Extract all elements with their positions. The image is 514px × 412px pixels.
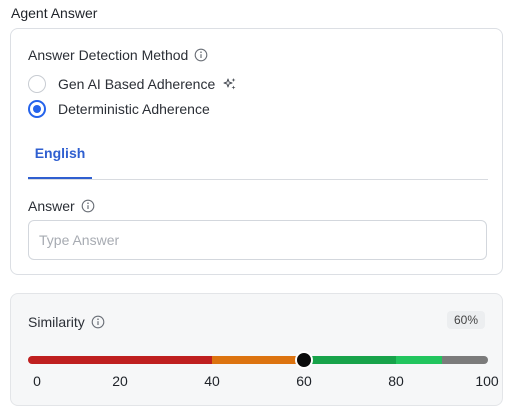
info-icon[interactable]	[81, 199, 95, 213]
slider-segment	[304, 356, 396, 364]
answer-label-row: Answer	[28, 198, 95, 214]
info-icon[interactable]	[91, 315, 105, 329]
answer-label: Answer	[28, 198, 75, 214]
detection-method-label: Answer Detection Method	[28, 47, 189, 63]
slider-segment	[396, 356, 442, 364]
slider-segment	[442, 356, 488, 364]
answer-input[interactable]	[28, 220, 487, 260]
tick-label: 100	[475, 373, 499, 389]
radio-option-gen-ai[interactable]: Gen AI Based Adherence	[28, 75, 237, 93]
tick-label: 60	[296, 373, 312, 389]
slider-segment	[28, 356, 212, 364]
slider-segment	[212, 356, 304, 364]
similarity-label: Similarity	[28, 314, 85, 330]
radio-button-gen-ai[interactable]	[28, 75, 46, 93]
similarity-card: Similarity 60% 0 20 40 60 80 100	[10, 293, 503, 406]
tick-label: 0	[33, 373, 41, 389]
detection-method-label-row: Answer Detection Method	[28, 47, 208, 63]
tab-english[interactable]: English	[28, 135, 92, 179]
answer-config-card: Answer Detection Method Gen AI Based Adh…	[10, 28, 503, 275]
info-icon[interactable]	[194, 48, 208, 62]
tick-label: 20	[112, 373, 128, 389]
tick-label: 80	[388, 373, 404, 389]
similarity-label-row: Similarity	[28, 314, 105, 330]
tab-divider	[28, 179, 488, 180]
radio-label-gen-ai: Gen AI Based Adherence	[58, 76, 216, 92]
tick-label: 40	[204, 373, 220, 389]
radio-label-deterministic: Deterministic Adherence	[58, 101, 210, 117]
similarity-slider-thumb[interactable]	[295, 351, 313, 369]
section-title: Agent Answer	[11, 5, 98, 21]
radio-button-deterministic[interactable]	[28, 100, 46, 118]
similarity-slider-track[interactable]	[28, 356, 488, 364]
sparkle-icon	[223, 78, 236, 90]
radio-option-deterministic[interactable]: Deterministic Adherence	[28, 100, 210, 118]
similarity-value-badge: 60%	[446, 311, 485, 329]
